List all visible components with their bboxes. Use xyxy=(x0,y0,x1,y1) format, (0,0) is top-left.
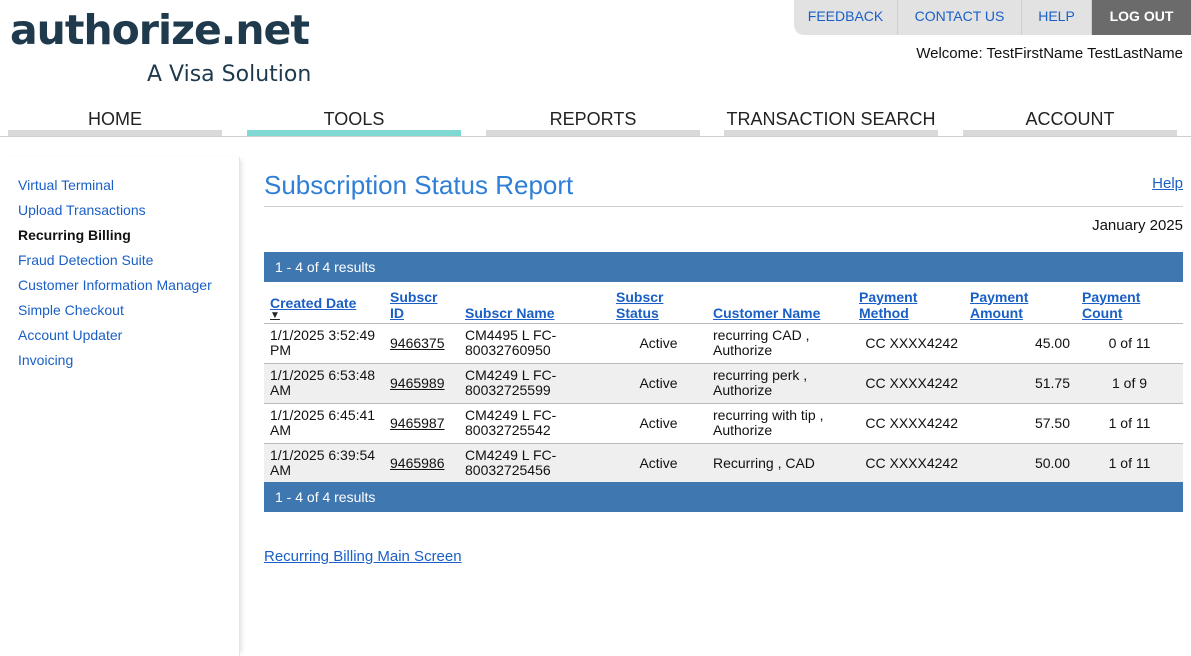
recurring-billing-main-screen-link[interactable]: Recurring Billing Main Screen xyxy=(264,548,462,565)
header-subscr-id[interactable]: Subscr ID xyxy=(384,282,459,324)
cell-subscr-status: Active xyxy=(610,443,707,484)
utility-nav: FEEDBACK CONTACT US HELP LOG OUT xyxy=(794,0,1191,35)
sidebar: Virtual Terminal Upload Transactions Rec… xyxy=(0,157,240,656)
header-subscr-name[interactable]: Subscr Name xyxy=(459,282,610,324)
cell-created-date: 1/1/2025 6:53:48 AM xyxy=(264,363,384,404)
cell-subscr-id: 9466375 xyxy=(384,323,459,364)
sidebar-item-upload-transactions[interactable]: Upload Transactions xyxy=(18,202,146,218)
cell-subscr-status: Active xyxy=(610,323,707,364)
cell-created-date: 1/1/2025 6:45:41 AM xyxy=(264,403,384,444)
table-row: 1/1/2025 6:53:48 AM 9465989 CM4249 L FC-… xyxy=(264,363,1183,404)
header-payment-method[interactable]: Payment Method xyxy=(853,282,964,324)
cell-payment-amount: 50.00 xyxy=(964,443,1076,484)
sidebar-item-fraud-detection-suite[interactable]: Fraud Detection Suite xyxy=(18,252,153,268)
table-row: 1/1/2025 6:45:41 AM 9465987 CM4249 L FC-… xyxy=(264,403,1183,444)
report-period: January 2025 xyxy=(1092,217,1183,234)
header-subscr-id-label[interactable]: Subscr ID xyxy=(390,289,437,321)
cell-payment-method: CC XXXX4242 xyxy=(853,403,964,444)
header-subscr-name-label[interactable]: Subscr Name xyxy=(465,305,554,321)
tab-account[interactable]: ACCOUNT xyxy=(963,105,1177,136)
header-payment-amount-label[interactable]: Payment Amount xyxy=(970,289,1028,321)
welcome-message: Welcome: TestFirstName TestLastName xyxy=(916,45,1183,62)
header-payment-count[interactable]: Payment Count xyxy=(1076,282,1183,324)
main-nav: HOME TOOLS REPORTS TRANSACTION SEARCH AC… xyxy=(0,105,1191,137)
cell-subscr-status: Active xyxy=(610,363,707,404)
header-payment-amount[interactable]: Payment Amount xyxy=(964,282,1076,324)
cell-subscr-id: 9465989 xyxy=(384,363,459,404)
tab-home[interactable]: HOME xyxy=(8,105,222,136)
cell-customer-name: recurring with tip , Authorize xyxy=(707,403,853,444)
subscription-report-table: Created Date ▼ Subscr ID Subscr Name Sub… xyxy=(264,282,1183,484)
help-link[interactable]: Help xyxy=(1152,175,1183,192)
cell-subscr-name: CM4249 L FC-80032725456 xyxy=(459,443,610,484)
cell-subscr-name: CM4249 L FC-80032725599 xyxy=(459,363,610,404)
authorize-net-logo[interactable]: authorize.net A Visa Solution xyxy=(10,6,330,88)
cell-payment-method: CC XXXX4242 xyxy=(853,443,964,484)
cell-subscr-name: CM4495 L FC-80032760950 xyxy=(459,323,610,364)
sidebar-item-virtual-terminal[interactable]: Virtual Terminal xyxy=(18,177,114,193)
sidebar-item-account-updater[interactable]: Account Updater xyxy=(18,327,122,343)
logout-button[interactable]: LOG OUT xyxy=(1092,0,1191,35)
title-divider xyxy=(264,206,1183,207)
header-payment-count-label[interactable]: Payment Count xyxy=(1082,289,1140,321)
cell-payment-amount: 51.75 xyxy=(964,363,1076,404)
sort-descending-icon: ▼ xyxy=(270,309,280,321)
tab-reports[interactable]: REPORTS xyxy=(486,105,700,136)
cell-payment-count: 0 of 11 xyxy=(1076,323,1183,364)
cell-payment-count: 1 of 11 xyxy=(1076,403,1183,444)
sidebar-item-simple-checkout[interactable]: Simple Checkout xyxy=(18,302,124,318)
cell-subscr-status: Active xyxy=(610,403,707,444)
results-summary-top: 1 - 4 of 4 results xyxy=(264,252,1183,282)
logo-wordmark: authorize.net xyxy=(10,6,310,54)
cell-payment-count: 1 of 11 xyxy=(1076,443,1183,484)
cell-customer-name: recurring perk , Authorize xyxy=(707,363,853,404)
cell-subscr-id: 9465986 xyxy=(384,443,459,484)
cell-payment-amount: 57.50 xyxy=(964,403,1076,444)
subscr-id-link[interactable]: 9466375 xyxy=(390,335,445,351)
logo-tagline: A Visa Solution xyxy=(147,62,312,87)
feedback-link[interactable]: FEEDBACK xyxy=(794,0,898,35)
cell-payment-method: CC XXXX4242 xyxy=(853,323,964,364)
table-header-row: Created Date ▼ Subscr ID Subscr Name Sub… xyxy=(264,282,1183,324)
cell-created-date: 1/1/2025 3:52:49 PM xyxy=(264,323,384,364)
header-created-date-label[interactable]: Created Date xyxy=(270,295,356,311)
results-summary-bottom: 1 - 4 of 4 results xyxy=(264,482,1183,512)
header-created-date[interactable]: Created Date ▼ xyxy=(264,282,384,324)
cell-subscr-name: CM4249 L FC-80032725542 xyxy=(459,403,610,444)
cell-created-date: 1/1/2025 6:39:54 AM xyxy=(264,443,384,484)
cell-payment-method: CC XXXX4242 xyxy=(853,363,964,404)
header-customer-name-label[interactable]: Customer Name xyxy=(713,305,820,321)
subscr-id-link[interactable]: 9465987 xyxy=(390,415,445,431)
sidebar-item-invoicing[interactable]: Invoicing xyxy=(18,352,73,368)
header-subscr-status-label[interactable]: Subscr Status xyxy=(616,289,663,321)
help-link-top[interactable]: HELP xyxy=(1022,0,1092,35)
sidebar-item-recurring-billing[interactable]: Recurring Billing xyxy=(18,227,131,243)
cell-customer-name: recurring CAD , Authorize xyxy=(707,323,853,364)
cell-payment-count: 1 of 9 xyxy=(1076,363,1183,404)
subscr-id-link[interactable]: 9465986 xyxy=(390,455,445,471)
tab-transaction-search[interactable]: TRANSACTION SEARCH xyxy=(724,105,938,136)
contact-us-link[interactable]: CONTACT US xyxy=(898,0,1022,35)
sidebar-item-customer-information-manager[interactable]: Customer Information Manager xyxy=(18,277,212,293)
table-row: 1/1/2025 3:52:49 PM 9466375 CM4495 L FC-… xyxy=(264,323,1183,364)
cell-subscr-id: 9465987 xyxy=(384,403,459,444)
header-payment-method-label[interactable]: Payment Method xyxy=(859,289,917,321)
cell-payment-amount: 45.00 xyxy=(964,323,1076,364)
header-customer-name[interactable]: Customer Name xyxy=(707,282,853,324)
subscr-id-link[interactable]: 9465989 xyxy=(390,375,445,391)
cell-customer-name: Recurring , CAD xyxy=(707,443,853,484)
tab-tools[interactable]: TOOLS xyxy=(247,105,461,136)
page-title: Subscription Status Report xyxy=(264,170,574,200)
header-subscr-status[interactable]: Subscr Status xyxy=(610,282,707,324)
table-row: 1/1/2025 6:39:54 AM 9465986 CM4249 L FC-… xyxy=(264,443,1183,484)
